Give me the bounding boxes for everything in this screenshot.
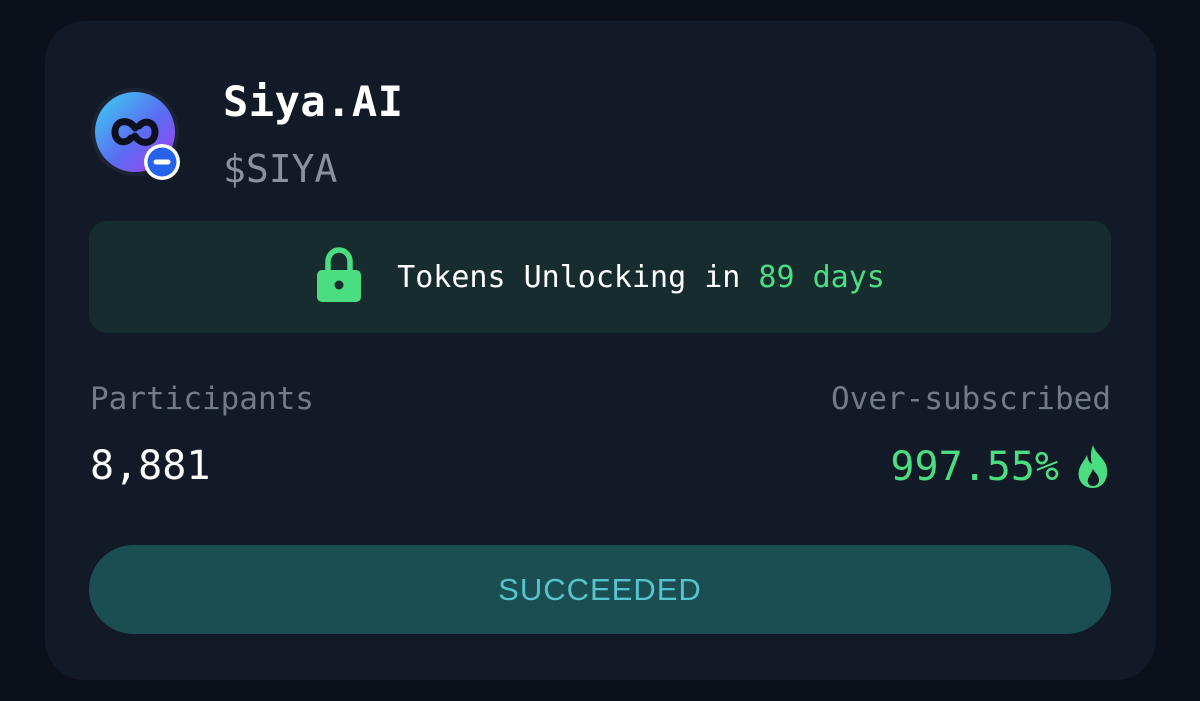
sale-card[interactable]: Siya.AI $SIYA Tokens Unlocking in 89 day… bbox=[45, 21, 1156, 680]
oversubscribed-label: Over-subscribed bbox=[831, 381, 1111, 417]
oversubscribed-value: 997.55% bbox=[890, 444, 1059, 490]
unlock-text: Tokens Unlocking in 89 days bbox=[397, 260, 885, 295]
status-succeeded-button[interactable]: SUCCEEDED bbox=[89, 545, 1111, 634]
participants-value: 8,881 bbox=[90, 443, 211, 489]
project-name: Siya.AI bbox=[223, 77, 404, 126]
oversubscribed-value-row: 997.55% bbox=[890, 443, 1111, 491]
participants-label: Participants bbox=[90, 381, 314, 417]
chain-badge-icon bbox=[144, 144, 180, 180]
flame-icon bbox=[1078, 445, 1108, 488]
lock-icon bbox=[317, 247, 362, 302]
project-ticker: $SIYA bbox=[223, 147, 338, 191]
unlock-text-prefix: Tokens Unlocking in bbox=[397, 259, 759, 295]
unlock-days: 89 days bbox=[758, 259, 885, 295]
unlock-banner: Tokens Unlocking in 89 days bbox=[89, 221, 1111, 333]
